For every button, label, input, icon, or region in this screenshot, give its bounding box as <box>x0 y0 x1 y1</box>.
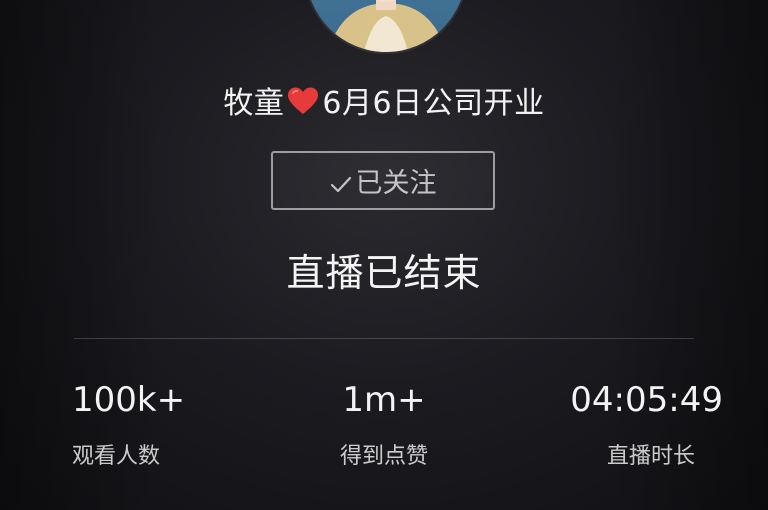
stat-likes-value: 1m+ <box>342 380 426 420</box>
divider <box>74 338 694 339</box>
streamer-tagline: 6月6日公司开业 <box>322 86 545 121</box>
avatar-image <box>306 0 466 52</box>
live-ended-title: 直播已结束 <box>286 251 482 295</box>
stat-likes-label: 得到点赞 <box>339 444 428 469</box>
check-icon <box>330 171 352 192</box>
streamer-name: 牧童 6月6日公司开业 <box>0 78 768 122</box>
stat-duration-value: 04:05:49 <box>570 380 723 420</box>
stat-viewers-value: 100k+ <box>72 380 186 420</box>
avatar[interactable] <box>304 0 468 54</box>
stat-viewers: 100k+ 观看人数 <box>72 380 292 470</box>
followed-button-label: 已关注 <box>355 168 437 199</box>
streamer-name-text: 牧童 <box>223 86 285 121</box>
stat-viewers-label: 观看人数 <box>72 444 161 469</box>
stat-likes: 1m+ 得到点赞 <box>274 380 494 470</box>
stat-duration: 04:05:49 直播时长 <box>503 380 723 470</box>
heart-icon <box>286 86 320 116</box>
stat-duration-label: 直播时长 <box>606 444 695 469</box>
followed-button[interactable]: 已关注 <box>271 151 495 210</box>
